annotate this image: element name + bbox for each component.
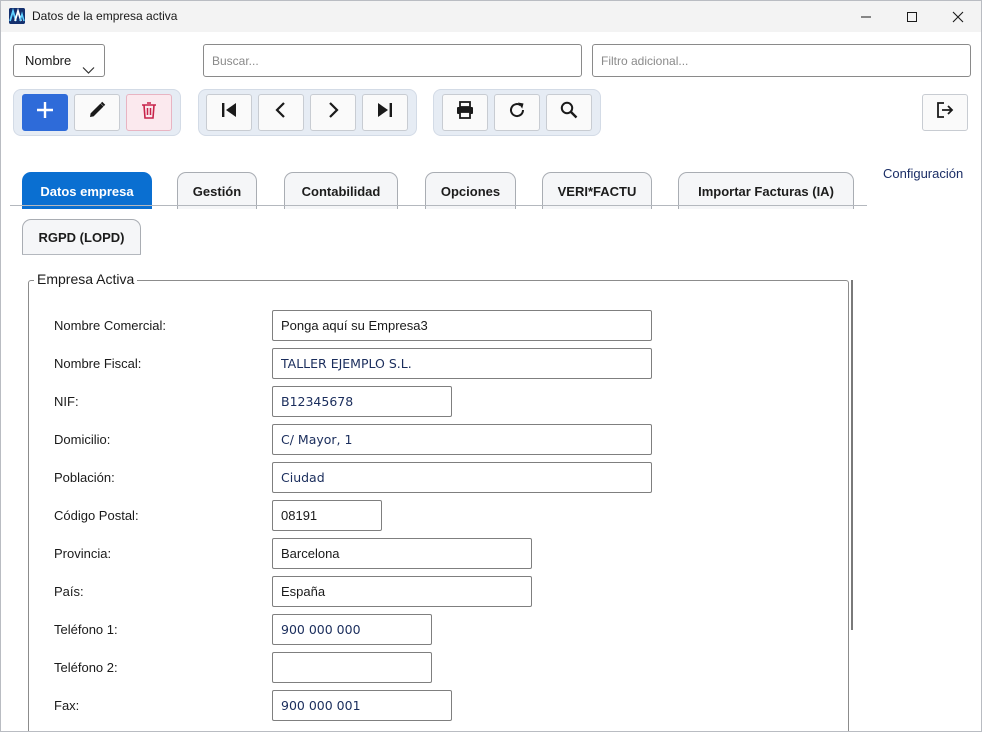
- minimize-button[interactable]: [843, 1, 889, 32]
- previous-record-button[interactable]: [258, 94, 304, 131]
- print-icon: [455, 100, 475, 125]
- filter-input[interactable]: [592, 44, 971, 77]
- search-button[interactable]: [546, 94, 592, 131]
- telefono-2-label: Teléfono 2:: [54, 660, 118, 675]
- search-icon: [559, 100, 579, 125]
- fax-field[interactable]: [272, 690, 452, 721]
- domicilio-label: Domicilio:: [54, 432, 111, 447]
- tab-strip-divider-second-row: [22, 254, 141, 255]
- chevron-down-icon: [82, 55, 95, 86]
- next-record-button[interactable]: [310, 94, 356, 131]
- first-record-button[interactable]: [206, 94, 252, 131]
- tab-datos-empresa[interactable]: Datos empresa: [22, 172, 152, 209]
- nif-field[interactable]: [272, 386, 452, 417]
- tab-gestion[interactable]: Gestión: [177, 172, 257, 209]
- poblacion-field[interactable]: [272, 462, 652, 493]
- nombre-fiscal-label: Nombre Fiscal:: [54, 356, 142, 371]
- fax-label: Fax:: [54, 698, 80, 713]
- edit-button[interactable]: [74, 94, 120, 131]
- tab-opciones[interactable]: Opciones: [425, 172, 516, 209]
- pais-field[interactable]: [272, 576, 532, 607]
- refresh-button[interactable]: [494, 94, 540, 131]
- search-input[interactable]: [203, 44, 582, 77]
- next-icon: [323, 100, 343, 125]
- telefono-2-field[interactable]: [272, 652, 432, 683]
- tab-importar-facturas[interactable]: Importar Facturas (IA): [678, 172, 854, 209]
- codigo-postal-field[interactable]: [272, 500, 382, 531]
- close-button[interactable]: [935, 1, 981, 32]
- configuracion-link[interactable]: Configuración: [883, 166, 963, 181]
- print-button[interactable]: [442, 94, 488, 131]
- nif-label: NIF:: [54, 394, 79, 409]
- exit-button[interactable]: [922, 94, 968, 131]
- app-logo-icon: [9, 8, 25, 24]
- provincia-field[interactable]: [272, 538, 532, 569]
- trash-icon: [139, 100, 159, 125]
- codigo-postal-label: Código Postal:: [54, 508, 139, 523]
- pais-label: País:: [54, 584, 84, 599]
- exit-icon: [935, 100, 955, 125]
- nombre-fiscal-field[interactable]: [272, 348, 652, 379]
- previous-icon: [271, 100, 291, 125]
- provincia-label: Provincia:: [54, 546, 112, 561]
- first-record-icon: [219, 100, 239, 125]
- tab-verifactu[interactable]: VERI*FACTU: [542, 172, 652, 209]
- plus-icon: [35, 100, 55, 125]
- title-bar: Datos de la empresa activa: [1, 1, 981, 32]
- app-window: Datos de la empresa activa Nombre Buscar…: [0, 0, 982, 732]
- nombre-comercial-field[interactable]: [272, 310, 652, 341]
- telefono-1-field[interactable]: [272, 614, 432, 645]
- last-record-icon: [375, 100, 395, 125]
- refresh-icon: [507, 100, 527, 125]
- search-field-dropdown[interactable]: Nombre: [13, 44, 105, 77]
- last-record-button[interactable]: [362, 94, 408, 131]
- poblacion-label: Población:: [54, 470, 115, 485]
- window-title: Datos de la empresa activa: [32, 9, 178, 23]
- delete-button[interactable]: [126, 94, 172, 131]
- group-title: Empresa Activa: [34, 271, 138, 287]
- domicilio-field[interactable]: [272, 424, 652, 455]
- add-button[interactable]: [22, 94, 68, 131]
- tab-rgpd[interactable]: RGPD (LOPD): [22, 219, 141, 255]
- telefono-1-label: Teléfono 1:: [54, 622, 118, 637]
- pencil-icon: [87, 100, 107, 125]
- scrollbar[interactable]: [851, 280, 853, 630]
- maximize-button[interactable]: [889, 1, 935, 32]
- nombre-comercial-label: Nombre Comercial:: [54, 318, 166, 333]
- search-field-value: Nombre: [25, 53, 72, 68]
- tab-contabilidad[interactable]: Contabilidad: [284, 172, 398, 209]
- tab-strip-divider: [10, 205, 867, 206]
